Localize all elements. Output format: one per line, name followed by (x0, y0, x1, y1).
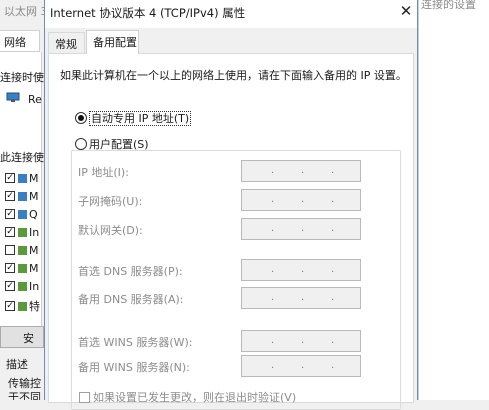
tab-networking[interactable]: 网络 (0, 30, 40, 52)
checkbox-icon[interactable] (79, 391, 90, 403)
component-checkbox[interactable]: ✓ (5, 263, 15, 273)
component-item[interactable]: ✓ In (5, 280, 39, 294)
component-checkbox[interactable] (5, 245, 15, 255)
tab-alternate-configuration[interactable]: 备用配置 (86, 30, 139, 54)
network-adapter-icon (6, 92, 20, 102)
description-label: 描述 (6, 358, 28, 371)
dialog-title: Internet 协议版本 4 (TCP/IPv4) 属性 (50, 6, 246, 20)
protocol-icon (18, 245, 27, 255)
background-window-title: 以太网 3 (4, 5, 46, 18)
intro-text: 如果此计算机在一个以上的网络上使用，请在下面输入备用的 IP 设置。 (60, 69, 407, 82)
network-service-icon (18, 209, 27, 219)
preferred-wins-input[interactable]: ... (241, 330, 361, 352)
radio-selected-icon[interactable] (75, 112, 87, 124)
preferred-wins-label: 首选 WINS 服务器(W): (78, 336, 193, 349)
ip-address-label: IP 地址(I): (78, 166, 129, 179)
ip-address-input[interactable]: ... (241, 160, 361, 182)
connection-uses-label: 此连接使用 (0, 151, 46, 164)
default-gateway-input[interactable]: ... (241, 218, 361, 240)
component-checkbox[interactable]: ✓ (5, 191, 15, 201)
radio-unselected-icon[interactable] (75, 138, 87, 150)
protocol-icon (18, 227, 27, 237)
close-icon[interactable]: ✕ (395, 0, 417, 24)
component-item[interactable]: M (5, 244, 39, 258)
component-checkbox[interactable]: ✓ (5, 301, 15, 311)
component-item[interactable]: ✓ M (5, 190, 39, 204)
protocol-icon (18, 301, 27, 311)
preferred-dns-input[interactable]: ... (241, 259, 361, 281)
description-text: 于不同 (8, 391, 41, 400)
tab-general[interactable]: 常规 (48, 32, 85, 53)
radio-label: 自动专用 IP 地址(T) (89, 111, 192, 126)
alternate-wins-label: 备用 WINS 服务器(N): (78, 361, 190, 374)
protocol-icon (18, 281, 27, 291)
network-client-icon (18, 191, 27, 201)
alternate-dns-input[interactable]: ... (241, 287, 361, 309)
component-item[interactable]: ✓ In (5, 226, 39, 240)
tcpip-properties-dialog: Internet 协议版本 4 (TCP/IPv4) 属性 ✕ 常规 备用配置 … (44, 0, 418, 410)
background-window-right: 连接的设置 (418, 0, 489, 400)
install-button[interactable]: 安 (0, 326, 44, 348)
connect-using-label: 连接时使用: (0, 71, 46, 84)
component-checkbox[interactable]: ✓ (5, 281, 15, 291)
adapter-name: Re (28, 93, 42, 106)
radio-automatic-private-ip[interactable]: 自动专用 IP 地址(T) (75, 110, 192, 126)
alternate-dns-label: 备用 DNS 服务器(A): (78, 293, 184, 306)
subnet-mask-input[interactable]: ... (241, 189, 361, 211)
alternate-wins-input[interactable]: ... (241, 355, 361, 377)
alternate-configuration-panel: 如果此计算机在一个以上的网络上使用，请在下面输入备用的 IP 设置。 自动专用 … (48, 53, 414, 410)
validate-on-exit-checkbox[interactable]: 如果设置已发生更改，则在退出时验证(V) (79, 389, 296, 405)
component-item[interactable]: ✓ M (5, 262, 39, 276)
preferred-dns-label: 首选 DNS 服务器(P): (78, 265, 183, 278)
background-network-properties-window: 以太网 3 网络 连接时使用: Re 此连接使用 ✓M ✓M ✓Q ✓In M … (0, 0, 46, 400)
subnet-mask-label: 子网掩码(U): (78, 195, 143, 208)
protocol-icon (18, 263, 27, 273)
component-item[interactable]: ✓ 特 (5, 298, 40, 313)
component-checkbox[interactable]: ✓ (5, 173, 15, 183)
component-checkbox[interactable]: ✓ (5, 209, 15, 219)
component-item[interactable]: ✓ M (5, 172, 39, 186)
background-hint-text: 连接的设置 (421, 0, 476, 11)
title-bar: Internet 协议版本 4 (TCP/IPv4) 属性 ✕ (45, 0, 417, 28)
network-client-icon (18, 173, 27, 183)
checkbox-label: 如果设置已发生更改，则在退出时验证(V) (93, 391, 297, 404)
component-checkbox[interactable]: ✓ (5, 227, 15, 237)
component-item[interactable]: ✓ Q (5, 208, 38, 222)
default-gateway-label: 默认网关(D): (78, 224, 143, 237)
